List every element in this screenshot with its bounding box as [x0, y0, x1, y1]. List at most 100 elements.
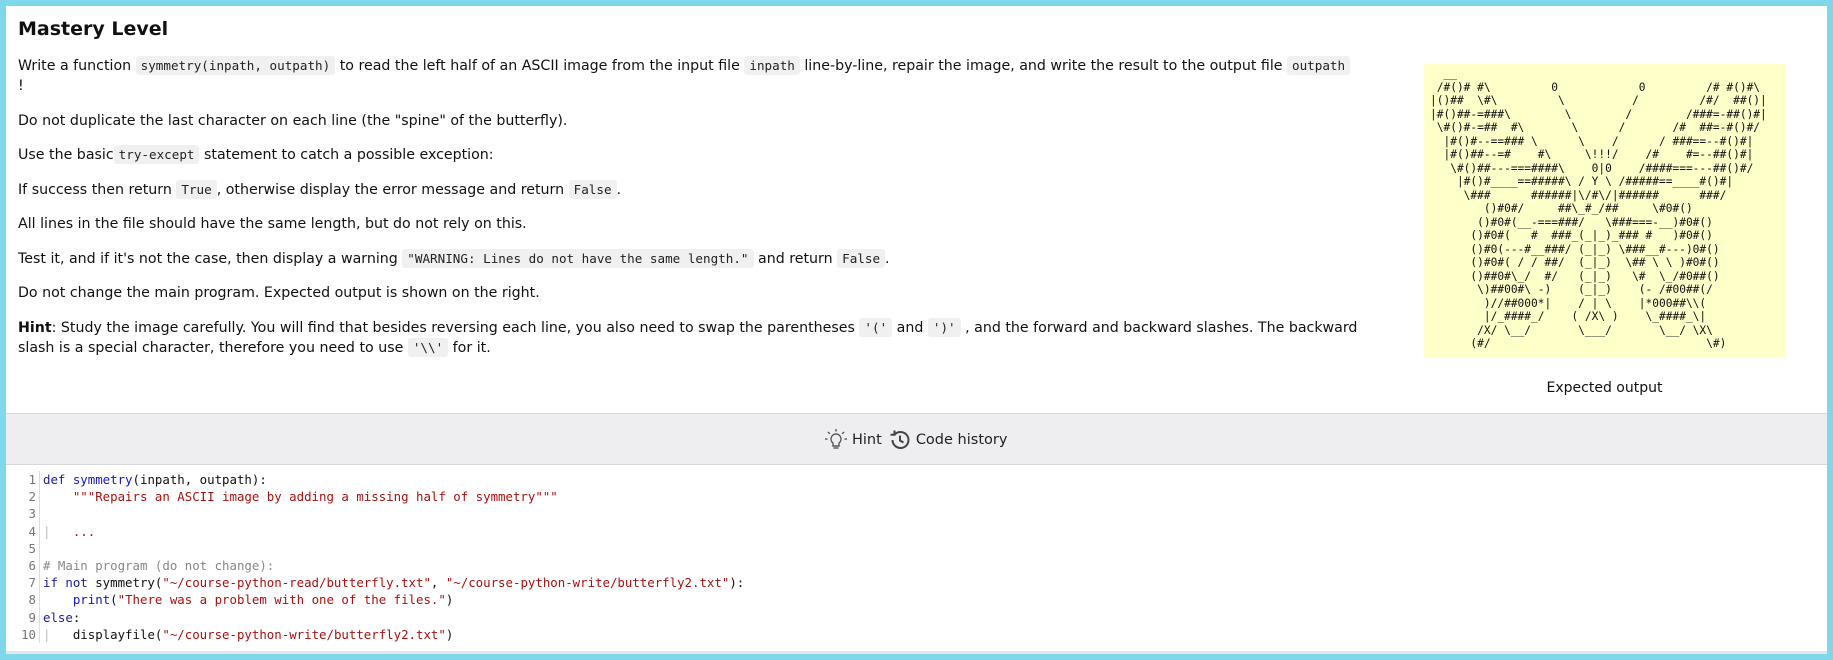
- code-line[interactable]: 10 | displayfile("~/course-python-write/b…: [6, 625, 1827, 643]
- code-line[interactable]: 1 def symmetry(inpath, outpath):: [6, 471, 1827, 489]
- line-number: 6: [6, 556, 40, 575]
- code-token: ):: [729, 575, 745, 591]
- inline-code: ')': [927, 317, 961, 337]
- code-line[interactable]: 3: [6, 505, 1827, 523]
- code-line[interactable]: 6 # Main program (do not change):: [6, 556, 1827, 575]
- code-token: "~/course-python-read/butterfly.txt": [162, 575, 431, 591]
- inline-code: outpath: [1287, 56, 1351, 75]
- line-code[interactable]: | ...: [40, 523, 95, 540]
- toolbar-buttons: Hint Code history: [824, 428, 1013, 452]
- line-code[interactable]: def symmetry(inpath, outpath):: [40, 471, 267, 488]
- code-line[interactable]: 8 print("There was a problem with one of…: [6, 591, 1827, 609]
- line-code[interactable]: if not symmetry("~/course-python-read/bu…: [40, 574, 744, 591]
- code-history-label: Code history: [915, 432, 1008, 448]
- text: .: [616, 181, 622, 198]
- code-token: (: [110, 592, 118, 608]
- code-token: # Main program (do not change):: [43, 557, 275, 573]
- code-token: else: [43, 609, 73, 625]
- line-number: 10: [6, 625, 40, 643]
- text: Test it, and if it's not the case, then …: [18, 250, 403, 267]
- code-token: ...: [72, 523, 96, 539]
- instruction-paragraph-1: Write a function symmetry(inpath, outpat…: [18, 56, 1358, 96]
- text: , otherwise display the error message an…: [216, 181, 569, 198]
- code-token: :: [72, 609, 81, 625]
- code-line[interactable]: 4 | ...: [6, 522, 1827, 540]
- code-token: ): [445, 592, 454, 608]
- text: statement to catch a possible exception:: [199, 147, 494, 163]
- inline-code: '(': [859, 317, 893, 337]
- inline-code: False: [837, 248, 886, 268]
- task-description: Write a function symmetry(inpath, outpat…: [18, 56, 1358, 372]
- line-code[interactable]: [40, 505, 43, 522]
- line-number: 2: [6, 488, 40, 506]
- code-token: "There was a problem with one of the fil…: [117, 592, 446, 608]
- line-number: 1: [6, 471, 40, 489]
- line-number: 9: [6, 608, 40, 626]
- code-token: symmetry: [72, 472, 133, 487]
- line-code[interactable]: # Main program (do not change):: [40, 557, 274, 574]
- expected-output-caption: Expected output: [1546, 380, 1663, 396]
- instruction-paragraph-2: Do not duplicate the last character on e…: [18, 112, 568, 129]
- code-token: symmetry(: [95, 575, 163, 591]
- code-line[interactable]: 9 else:: [6, 608, 1827, 626]
- history-icon: [890, 430, 910, 449]
- text: line-by-line, repair the image, and writ…: [799, 58, 1288, 74]
- text: and return: [753, 250, 838, 267]
- hint-button[interactable]: Hint: [824, 428, 882, 452]
- code-line[interactable]: 7 if not symmetry("~/course-python-read/b…: [6, 574, 1827, 592]
- code-token: "~/course-python-write/butterfly2.txt": [162, 626, 446, 642]
- expected-output-image: __ __ /#()# #\ 0 0 /# #()#\ |()## \#\ \ …: [1424, 64, 1785, 358]
- code-token: |: [43, 626, 73, 642]
- line-number: 8: [6, 591, 40, 609]
- text: Write a function: [18, 58, 136, 74]
- inline-code: try-except: [113, 145, 200, 164]
- hint-button-label: Hint: [852, 432, 882, 448]
- ascii-butterfly: __ __ /#()# #\ 0 0 /# #()#\ |()## \#\ \ …: [1430, 67, 1767, 350]
- code-token: displayfile(: [72, 626, 163, 642]
- code-history-button[interactable]: Code history: [888, 428, 1008, 452]
- code-token: "~/course-python-write/butterfly2.txt": [445, 575, 730, 591]
- line-number: 4: [6, 522, 40, 540]
- text: !: [18, 78, 24, 94]
- line-number: 5: [6, 539, 40, 557]
- inline-code: True: [176, 179, 217, 199]
- inline-code: symmetry(inpath, outpath): [135, 56, 336, 75]
- code-line[interactable]: 5: [6, 539, 1827, 557]
- page-frame: Mastery Level Write a function symmetry(…: [6, 6, 1827, 654]
- code-lines[interactable]: 1 def symmetry(inpath, outpath): 2 """Repa…: [6, 465, 1827, 643]
- line-number: 7: [6, 574, 40, 592]
- line-number: 3: [6, 505, 40, 523]
- code-token: ): [445, 626, 454, 642]
- editor-toolbar: Hint Code history: [6, 413, 1827, 465]
- inline-code: False: [568, 179, 617, 199]
- text: : Study the image carefully. You will fi…: [51, 319, 860, 336]
- code-token: |: [43, 523, 73, 539]
- code-token: print: [72, 592, 111, 608]
- text: to read the left half of an ASCII image …: [335, 58, 745, 74]
- inline-code: '\\': [407, 337, 449, 357]
- text: .: [885, 250, 890, 267]
- editor-bottom-edge: [6, 651, 1827, 654]
- instruction-paragraph-5: All lines in the file should have the sa…: [18, 216, 527, 232]
- text: and: [892, 319, 928, 336]
- line-code[interactable]: else:: [40, 609, 80, 626]
- line-code[interactable]: [40, 540, 43, 557]
- instruction-paragraph-3: Use the basic try-except statement to cat…: [18, 145, 1358, 165]
- line-code[interactable]: """Repairs an ASCII image by adding a mi…: [40, 488, 558, 505]
- code-token: def: [43, 472, 73, 487]
- task-panel: Mastery Level Write a function symmetry(…: [6, 6, 1827, 413]
- code-line[interactable]: 2 """Repairs an ASCII image by adding a …: [6, 488, 1827, 506]
- instruction-paragraph-4: If success then return True, otherwise d…: [18, 179, 1358, 200]
- lightbulb-icon: [825, 429, 847, 449]
- hint-label: Hint: [18, 319, 52, 336]
- code-token: ,: [430, 575, 446, 591]
- page-title: Mastery Level: [18, 18, 169, 40]
- code-editor[interactable]: 1 def symmetry(inpath, outpath): 2 """Repa…: [6, 465, 1827, 654]
- line-code[interactable]: | displayfile("~/course-python-write/but…: [40, 626, 453, 643]
- line-code[interactable]: print("There was a problem with one of t…: [40, 591, 453, 608]
- instruction-paragraph-6: Test it, and if it's not the case, then …: [18, 248, 1358, 269]
- text: for it.: [448, 339, 491, 356]
- hint-paragraph: Hint: Study the image carefully. You wil…: [18, 317, 1358, 358]
